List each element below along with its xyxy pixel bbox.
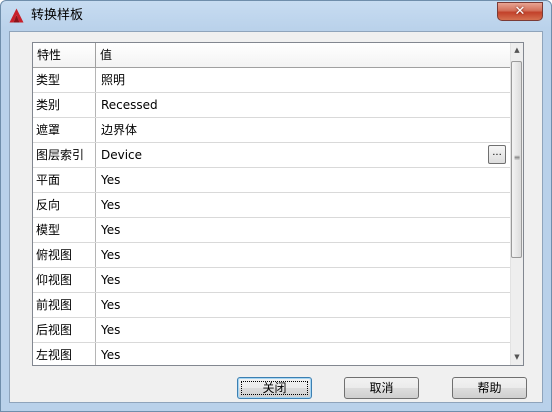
scroll-thumb[interactable]: ≡: [511, 61, 522, 258]
grid-row-reflected[interactable]: 反向 Yes: [33, 193, 510, 218]
grid-row-mask[interactable]: 遮罩 边界体: [33, 118, 510, 143]
property-name: 俯视图: [33, 243, 96, 267]
layer-key-value: Device: [101, 148, 143, 162]
property-value[interactable]: 照明: [96, 68, 510, 92]
vertical-scrollbar[interactable]: ▲ ≡ ▼: [510, 43, 523, 365]
window-close-button[interactable]: ✕: [497, 2, 543, 21]
autocad-logo-icon: [9, 8, 24, 23]
column-header-property[interactable]: 特性: [33, 43, 96, 67]
grid-row-top-view[interactable]: 俯视图 Yes: [33, 243, 510, 268]
property-value[interactable]: Yes: [96, 293, 510, 317]
cancel-button[interactable]: 取消: [344, 377, 419, 399]
column-header-value[interactable]: 值: [96, 43, 510, 67]
property-name: 后视图: [33, 318, 96, 342]
scroll-down-arrow-icon[interactable]: ▼: [511, 350, 523, 365]
property-name: 前视图: [33, 293, 96, 317]
property-value[interactable]: Yes: [96, 168, 510, 192]
grid-row-front-view[interactable]: 前视图 Yes: [33, 293, 510, 318]
grid-row-back-view[interactable]: 后视图 Yes: [33, 318, 510, 343]
grid-header: 特性 值: [33, 43, 510, 68]
property-value[interactable]: Recessed: [96, 93, 510, 117]
property-name: 左视图: [33, 343, 96, 365]
property-value[interactable]: Yes: [96, 243, 510, 267]
close-icon: ✕: [514, 4, 526, 19]
property-grid: 特性 值 类型 照明 类别 Recessed 遮罩 边界体 图层索引 Devic…: [32, 42, 524, 366]
dialog-window: 转换样板 ✕ 特性 值 类型 照明 类别 Recessed 遮罩 边界体 图层索…: [0, 0, 552, 412]
dialog-client-area: 特性 值 类型 照明 类别 Recessed 遮罩 边界体 图层索引 Devic…: [9, 31, 543, 403]
property-name: 仰视图: [33, 268, 96, 292]
grip-icon: ≡: [513, 153, 521, 162]
property-value[interactable]: Yes: [96, 268, 510, 292]
property-value[interactable]: 边界体: [96, 118, 510, 142]
close-button[interactable]: 关闭: [237, 377, 312, 399]
window-title: 转换样板: [31, 8, 84, 23]
grid-row-layer-key[interactable]: 图层索引 Device ...: [33, 143, 510, 168]
property-name: 遮罩: [33, 118, 96, 142]
help-button[interactable]: 帮助: [452, 377, 527, 399]
focus-rectangle: [241, 381, 308, 395]
property-value[interactable]: Yes: [96, 218, 510, 242]
grid-row-category[interactable]: 类别 Recessed: [33, 93, 510, 118]
grid-row-left-view[interactable]: 左视图 Yes: [33, 343, 510, 365]
property-value[interactable]: Yes: [96, 318, 510, 342]
property-value[interactable]: Device ...: [96, 143, 510, 167]
property-name: 图层索引: [33, 143, 96, 167]
property-name: 类型: [33, 68, 96, 92]
property-value[interactable]: Yes: [96, 193, 510, 217]
grid-row-plan[interactable]: 平面 Yes: [33, 168, 510, 193]
property-name: 类别: [33, 93, 96, 117]
title-bar[interactable]: 转换样板 ✕: [1, 1, 551, 31]
property-name: 平面: [33, 168, 96, 192]
browse-button[interactable]: ...: [488, 145, 506, 164]
grid-row-bottom-view[interactable]: 仰视图 Yes: [33, 268, 510, 293]
property-name: 反向: [33, 193, 96, 217]
grid-row-type[interactable]: 类型 照明: [33, 68, 510, 93]
scroll-up-arrow-icon[interactable]: ▲: [511, 43, 523, 58]
property-name: 模型: [33, 218, 96, 242]
property-value[interactable]: Yes: [96, 343, 510, 365]
grid-row-model[interactable]: 模型 Yes: [33, 218, 510, 243]
